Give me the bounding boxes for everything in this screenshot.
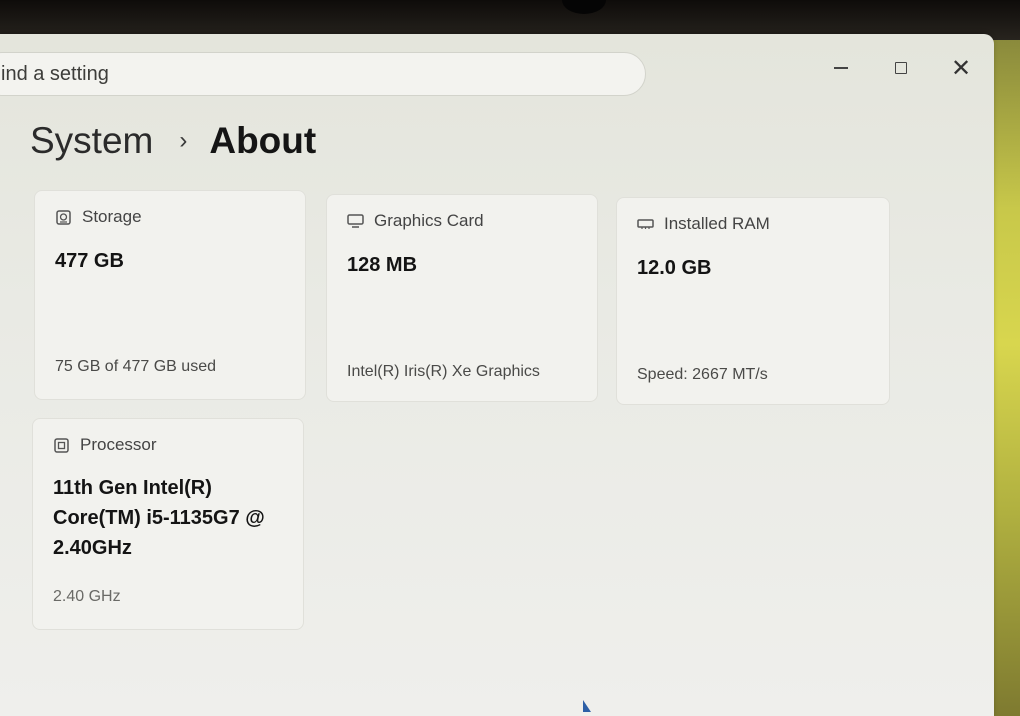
breadcrumb-chevron-icon: › bbox=[179, 127, 188, 154]
storage-drive-icon bbox=[55, 209, 72, 225]
ram-card-header: Installed RAM bbox=[637, 214, 770, 234]
ram-detail: Speed: 2667 MT/s bbox=[637, 366, 768, 383]
graphics-detail: Intel(R) Iris(R) Xe Graphics bbox=[347, 363, 540, 380]
ram-card[interactable]: Installed RAM 12.0 GB Speed: 2667 MT/s bbox=[616, 197, 890, 405]
graphics-value: 128 MB bbox=[347, 254, 418, 276]
processor-card-title: Processor bbox=[80, 435, 157, 454]
minimize-icon bbox=[834, 67, 848, 69]
graphics-card-title: Graphics Card bbox=[374, 211, 484, 230]
close-icon: ✕ bbox=[950, 54, 972, 82]
processor-detail: 2.40 GHz bbox=[53, 588, 121, 605]
breadcrumb-system[interactable]: System bbox=[30, 120, 153, 162]
settings-window: ind a setting ✕ System › About Storage 4… bbox=[0, 34, 994, 716]
webcam bbox=[562, 0, 606, 14]
maximize-button[interactable] bbox=[886, 56, 916, 80]
graphics-card-header: Graphics Card bbox=[347, 211, 484, 231]
processor-icon bbox=[53, 437, 70, 453]
processor-value-line: 11th Gen Intel(R) bbox=[53, 477, 212, 499]
storage-card[interactable]: Storage 477 GB 75 GB of 477 GB used bbox=[34, 190, 306, 400]
maximize-icon bbox=[895, 62, 907, 74]
memory-chip-icon bbox=[637, 217, 654, 231]
storage-value: 477 GB bbox=[55, 250, 124, 272]
mouse-cursor-icon bbox=[583, 700, 591, 712]
minimize-button[interactable] bbox=[826, 56, 856, 80]
storage-card-title: Storage bbox=[82, 207, 142, 226]
graphics-card[interactable]: Graphics Card 128 MB Intel(R) Iris(R) Xe… bbox=[326, 194, 598, 402]
ram-value: 12.0 GB bbox=[637, 257, 712, 279]
storage-detail: 75 GB of 477 GB used bbox=[55, 358, 216, 375]
close-button[interactable]: ✕ bbox=[946, 54, 976, 82]
breadcrumb: System › About bbox=[30, 116, 316, 166]
page-title: About bbox=[209, 120, 317, 161]
processor-value: 11th Gen Intel(R) Core(TM) i5-1135G7 @ 2… bbox=[53, 473, 303, 563]
processor-value-line: Core(TM) i5-1135G7 @ bbox=[53, 507, 265, 529]
monitor-icon bbox=[347, 214, 364, 228]
search-input[interactable]: ind a setting bbox=[0, 52, 646, 96]
storage-card-header: Storage bbox=[55, 207, 142, 227]
ram-card-title: Installed RAM bbox=[664, 214, 770, 233]
processor-value-line: 2.40GHz bbox=[53, 537, 132, 559]
processor-card[interactable]: Processor 11th Gen Intel(R) Core(TM) i5-… bbox=[32, 418, 304, 630]
processor-card-header: Processor bbox=[53, 435, 157, 455]
